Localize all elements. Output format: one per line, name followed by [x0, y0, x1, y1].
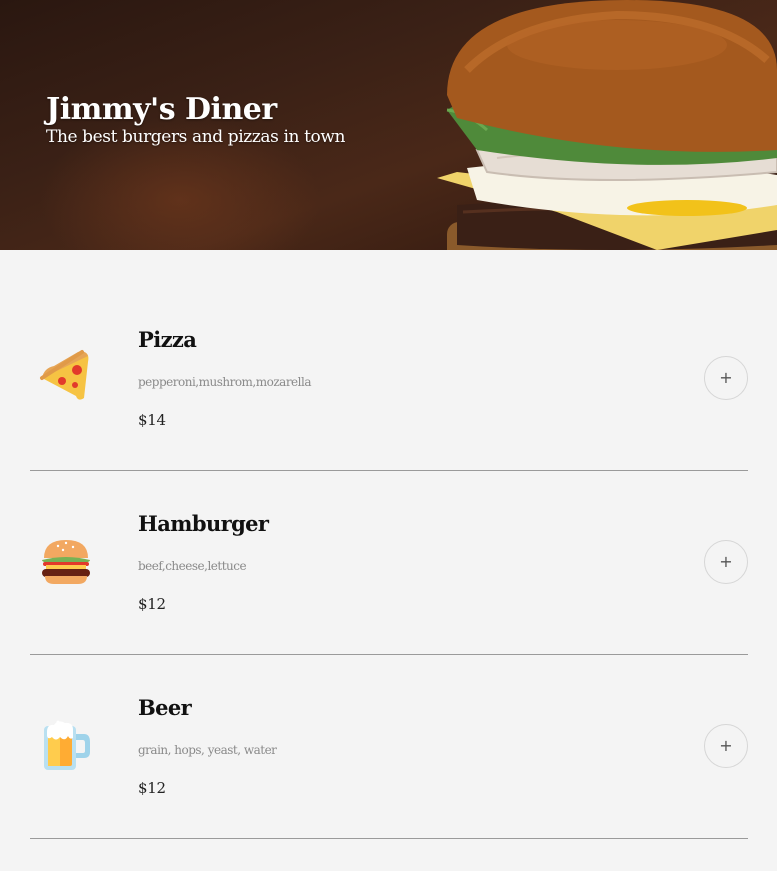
item-price: $12 [138, 595, 166, 613]
item-name: Beer [138, 695, 192, 720]
hamburger-icon [42, 540, 90, 584]
item-price: $14 [138, 411, 166, 429]
item-ingredients: pepperoni,mushrom,mozarella [138, 375, 312, 389]
pizza-icon [40, 350, 89, 400]
item-name: Hamburger [138, 511, 269, 536]
beer-icon [44, 720, 90, 770]
page-title: Jimmy's Diner [46, 92, 277, 127]
add-pizza-button[interactable]: + [704, 356, 748, 400]
hero-banner: Jimmy's Diner The best burgers and pizza… [0, 0, 777, 250]
item-ingredients: grain, hops, yeast, water [138, 743, 277, 757]
item-price: $12 [138, 779, 166, 797]
menu-item-pizza: Pizza pepperoni,mushrom,mozarella $14 + [30, 288, 748, 471]
add-beer-button[interactable]: + [704, 724, 748, 768]
item-ingredients: beef,cheese,lettuce [138, 559, 247, 573]
page-subtitle: The best burgers and pizzas in town [46, 127, 346, 147]
item-name: Pizza [138, 327, 197, 352]
menu-list: Pizza pepperoni,mushrom,mozarella $14 + … [30, 288, 748, 840]
menu-item-beer: Beer grain, hops, yeast, water $12 + [30, 656, 748, 839]
menu-item-hamburger: Hamburger beef,cheese,lettuce $12 + [30, 472, 748, 655]
burger-photo [437, 0, 777, 250]
add-hamburger-button[interactable]: + [704, 540, 748, 584]
